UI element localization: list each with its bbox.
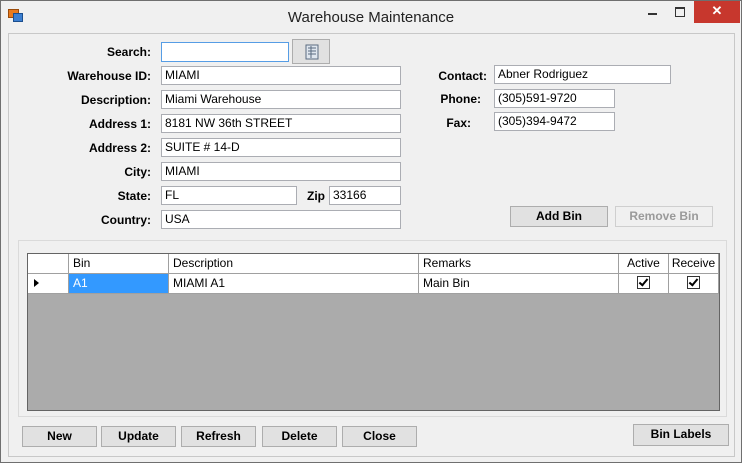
- form-client-area: Search: Warehouse ID: MIAMI Description:…: [8, 33, 735, 457]
- zip-field[interactable]: 33166: [329, 186, 401, 205]
- grid-header-row: Bin Description Remarks Active Receive: [28, 254, 719, 274]
- contact-label: Contact:: [438, 69, 487, 83]
- description-label: Description:: [80, 93, 151, 107]
- title-bar[interactable]: Warehouse Maintenance ✕: [1, 1, 741, 33]
- cell-remarks[interactable]: Main Bin: [419, 274, 619, 294]
- zip-label: Zip: [307, 189, 325, 203]
- add-bin-button[interactable]: Add Bin: [510, 206, 608, 227]
- delete-button[interactable]: Delete: [262, 426, 337, 447]
- close-button[interactable]: Close: [342, 426, 417, 447]
- search-label: Search:: [106, 45, 151, 59]
- row-pointer-icon: [34, 279, 39, 287]
- address2-field[interactable]: SUITE # 14-D: [161, 138, 401, 157]
- update-button[interactable]: Update: [101, 426, 176, 447]
- warehouse-id-field[interactable]: MIAMI: [161, 66, 401, 85]
- column-header-active[interactable]: Active: [619, 254, 669, 274]
- new-button[interactable]: New: [22, 426, 97, 447]
- column-header-remarks[interactable]: Remarks: [419, 254, 619, 274]
- maximize-icon: [675, 6, 685, 17]
- minimize-button[interactable]: [638, 1, 666, 23]
- fax-field[interactable]: (305)394-9472: [494, 112, 615, 131]
- window-title: Warehouse Maintenance: [287, 9, 455, 26]
- cell-description[interactable]: MIAMI A1: [169, 274, 419, 294]
- cell-bin[interactable]: A1: [69, 274, 169, 294]
- search-lookup-button[interactable]: [292, 39, 330, 64]
- address1-label: Address 1:: [88, 117, 151, 131]
- search-input[interactable]: [161, 42, 289, 62]
- checkbox-checked-icon[interactable]: [687, 276, 700, 290]
- city-field[interactable]: MIAMI: [161, 162, 401, 181]
- address2-label: Address 2:: [88, 141, 151, 155]
- refresh-button[interactable]: Refresh: [181, 426, 256, 447]
- close-window-button[interactable]: ✕: [694, 1, 740, 23]
- state-label: State:: [117, 189, 151, 203]
- address1-field[interactable]: 8181 NW 36th STREET: [161, 114, 401, 133]
- column-header-bin[interactable]: Bin: [69, 254, 169, 274]
- maximize-button[interactable]: [667, 1, 693, 23]
- column-header-receive[interactable]: Receive: [669, 254, 719, 274]
- table-row[interactable]: A1 MIAMI A1 Main Bin: [28, 274, 719, 294]
- city-label: City:: [124, 165, 151, 179]
- minimize-icon: [647, 12, 657, 15]
- grid-corner-cell[interactable]: [28, 254, 69, 274]
- bin-labels-button[interactable]: Bin Labels: [633, 424, 729, 446]
- phone-field[interactable]: (305)591-9720: [494, 89, 615, 108]
- description-field[interactable]: Miami Warehouse: [161, 90, 401, 109]
- warehouse-id-label: Warehouse ID:: [67, 69, 151, 83]
- bins-grid[interactable]: Bin Description Remarks Active Receive A…: [27, 253, 720, 411]
- country-label: Country:: [101, 213, 151, 227]
- country-field[interactable]: USA: [161, 210, 401, 229]
- cell-receive[interactable]: [669, 274, 719, 294]
- lookup-icon: [305, 44, 319, 60]
- cell-active[interactable]: [619, 274, 669, 294]
- remove-bin-button[interactable]: Remove Bin: [615, 206, 713, 227]
- close-icon: ✕: [711, 3, 723, 18]
- state-field[interactable]: FL: [161, 186, 297, 205]
- warehouse-maintenance-window: Warehouse Maintenance ✕ Search: Warehous…: [0, 0, 742, 463]
- phone-label: Phone:: [440, 92, 481, 106]
- column-header-description[interactable]: Description: [169, 254, 419, 274]
- row-header-cell[interactable]: [28, 274, 69, 294]
- checkbox-checked-icon[interactable]: [637, 276, 650, 290]
- contact-field[interactable]: Abner Rodriguez: [494, 65, 671, 84]
- fax-label: Fax:: [446, 116, 471, 130]
